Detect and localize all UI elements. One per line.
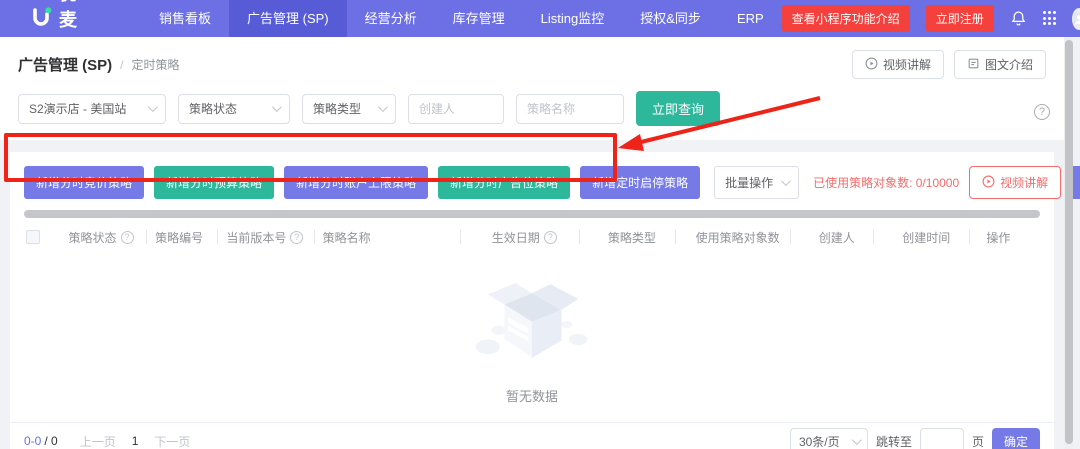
- info-icon[interactable]: ?: [121, 231, 134, 244]
- nav-item-sales-board[interactable]: 销售看板: [141, 0, 229, 37]
- apps-grid-icon[interactable]: [1043, 11, 1056, 26]
- question-circle-icon[interactable]: ?: [1034, 104, 1050, 120]
- breadcrumb: 广告管理 (SP) / 定时策略 视频讲解 图文介绍: [0, 37, 1064, 89]
- confirm-jump-button[interactable]: 确定: [992, 428, 1040, 449]
- page-size-select[interactable]: 30条/页: [790, 428, 868, 449]
- main-nav: 销售看板 广告管理 (SP) 经营分析 库存管理 Listing监控 授权&同步…: [141, 0, 782, 37]
- pagination-range: 0-0: [24, 434, 41, 448]
- chevron-down-icon: [781, 176, 791, 186]
- nav-item-ad-management[interactable]: 广告管理 (SP): [229, 0, 347, 37]
- col-strategy-status[interactable]: 策略状态 ?: [61, 229, 148, 246]
- info-icon[interactable]: ?: [290, 231, 303, 244]
- play-circle-icon: [982, 175, 995, 191]
- empty-box-illustration: [467, 273, 597, 372]
- chevron-down-icon: [378, 102, 388, 112]
- col-strategy-id[interactable]: 策略编号: [147, 229, 218, 246]
- breadcrumb-separator: /: [120, 58, 123, 72]
- select-all-checkbox[interactable]: [26, 230, 40, 244]
- pagination-total: / 0: [44, 434, 57, 448]
- chevron-down-icon: [148, 102, 158, 112]
- col-strategy-type[interactable]: 策略类型: [580, 229, 676, 246]
- miniprogram-intro-button[interactable]: 查看小程序功能介绍: [782, 5, 910, 32]
- next-page-button[interactable]: 下一页: [154, 433, 190, 449]
- play-circle-icon: [865, 57, 878, 73]
- col-object-count[interactable]: 使用策略对象数: [676, 229, 791, 246]
- prev-page-button[interactable]: 上一页: [80, 433, 116, 449]
- chevron-down-icon: [272, 102, 282, 112]
- col-effective-date[interactable]: 生效日期 ?: [461, 229, 580, 246]
- strategy-type-select[interactable]: 策略类型: [302, 94, 396, 124]
- info-icon[interactable]: ?: [544, 231, 557, 244]
- app-title: 优麦云: [59, 0, 79, 58]
- jump-page-input[interactable]: [920, 428, 964, 449]
- u-logo-icon: [30, 6, 52, 31]
- creator-input[interactable]: [419, 102, 493, 116]
- doc-intro-button[interactable]: 图文介绍: [954, 50, 1046, 79]
- nav-item-erp[interactable]: ERP: [719, 0, 782, 37]
- page-header: 广告管理 (SP) / 定时策略 视频讲解 图文介绍: [0, 37, 1064, 140]
- store-select[interactable]: S2演示店 - 美国站: [18, 94, 166, 124]
- add-hourly-budget-strategy-button[interactable]: 新增分时预算策略: [154, 166, 274, 199]
- usage-counter: 已使用策略对象数: 0/10000: [813, 174, 959, 191]
- empty-state: 暂无数据: [10, 256, 1054, 423]
- add-hourly-bid-strategy-button[interactable]: 新增分时竞价策略: [24, 166, 144, 199]
- col-current-version[interactable]: 当前版本号 ?: [218, 229, 314, 246]
- nav-item-auth-sync[interactable]: 授权&同步: [622, 0, 719, 37]
- empty-text: 暂无数据: [506, 386, 558, 405]
- video-guide-button[interactable]: 视频讲解: [852, 50, 944, 79]
- horizontal-scrollbar[interactable]: [24, 210, 1040, 218]
- avatar: [1072, 8, 1080, 30]
- col-actions[interactable]: 操作: [970, 229, 1040, 246]
- chevron-down-icon: [852, 435, 862, 445]
- jump-label: 跳转至: [876, 433, 912, 449]
- add-hourly-placement-strategy-button[interactable]: 新增分时广告位策略: [438, 166, 570, 199]
- nav-item-business-analysis[interactable]: 经营分析: [347, 0, 435, 37]
- strategy-panel: 新增分时竞价策略 新增分时预算策略 新增分时账户上限策略 新增分时广告位策略 新…: [10, 152, 1054, 449]
- vertical-scrollbar-thumb[interactable]: [1065, 40, 1073, 444]
- add-scheduled-onoff-strategy-button[interactable]: 新增定时启停策略: [580, 166, 700, 199]
- page-number[interactable]: 1: [132, 434, 139, 448]
- nav-item-listing-monitor[interactable]: Listing监控: [523, 0, 623, 37]
- vertical-scrollbar-track[interactable]: [1064, 38, 1073, 449]
- doc-image-icon: [967, 57, 980, 73]
- search-button[interactable]: 立即查询: [636, 91, 720, 126]
- top-navbar: 优麦云 销售看板 广告管理 (SP) 经营分析 库存管理 Listing监控 授…: [0, 0, 1080, 37]
- pagination: 0-0 / 0 上一页 1 下一页 30条/页 跳转至 页 确定: [10, 423, 1054, 449]
- batch-actions-dropdown[interactable]: 批量操作: [714, 166, 799, 199]
- bell-icon[interactable]: [1010, 10, 1027, 27]
- page-unit-label: 页: [972, 433, 984, 449]
- app-logo[interactable]: 优麦云: [30, 0, 79, 58]
- user-menu[interactable]: S2游客: [1072, 3, 1080, 34]
- col-strategy-name[interactable]: 策略名称: [315, 229, 461, 246]
- breadcrumb-current: 定时策略: [132, 56, 180, 73]
- strategy-status-select[interactable]: 策略状态: [178, 94, 290, 124]
- nav-item-inventory[interactable]: 库存管理: [435, 0, 523, 37]
- col-create-time[interactable]: 创建时间: [874, 229, 970, 246]
- table-header: 策略状态 ? 策略编号 当前版本号 ? 策略名称 生效日期 ? 策略类型 使用策…: [10, 218, 1054, 256]
- register-button[interactable]: 立即注册: [926, 5, 994, 32]
- video-guide-button-toolbar[interactable]: 视频讲解: [969, 166, 1061, 199]
- col-creator[interactable]: 创建人: [791, 229, 874, 246]
- add-hourly-account-cap-strategy-button[interactable]: 新增分时账户上限策略: [284, 166, 428, 199]
- strategy-toolbar: 新增分时竞价策略 新增分时预算策略 新增分时账户上限策略 新增分时广告位策略 新…: [10, 152, 1054, 199]
- strategy-name-input[interactable]: [527, 102, 613, 116]
- filter-bar: S2演示店 - 美国站 策略状态 策略类型 立即查询: [0, 89, 1064, 126]
